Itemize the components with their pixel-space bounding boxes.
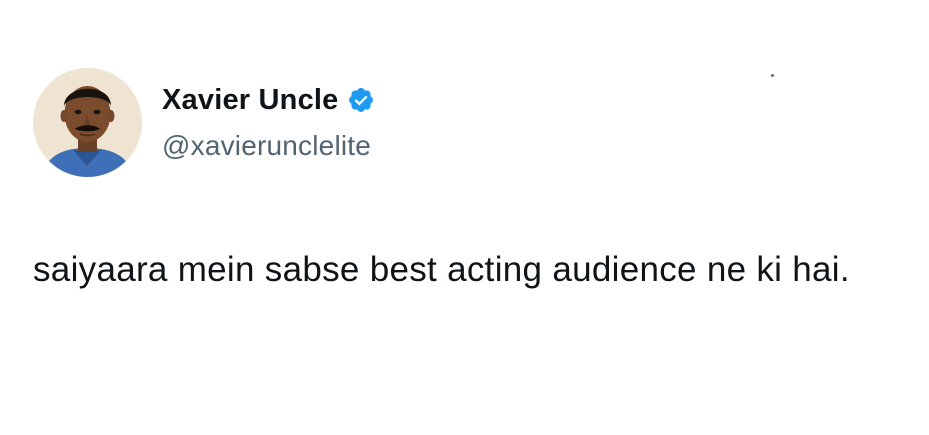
artifact-dot [771,74,774,77]
tweet-text: saiyaara mein sabse best acting audience… [33,250,850,289]
avatar[interactable] [33,68,142,177]
verified-badge-icon [348,88,373,112]
author-handle[interactable]: @xavierunclelite [162,130,371,162]
author-display-name[interactable]: Xavier Uncle [162,84,339,117]
person-avatar-icon [33,68,142,177]
author-name-row: Xavier Uncle [162,80,375,120]
tweet-card: Xavier Uncle @xavierunclelite saiyaara m… [0,0,929,435]
